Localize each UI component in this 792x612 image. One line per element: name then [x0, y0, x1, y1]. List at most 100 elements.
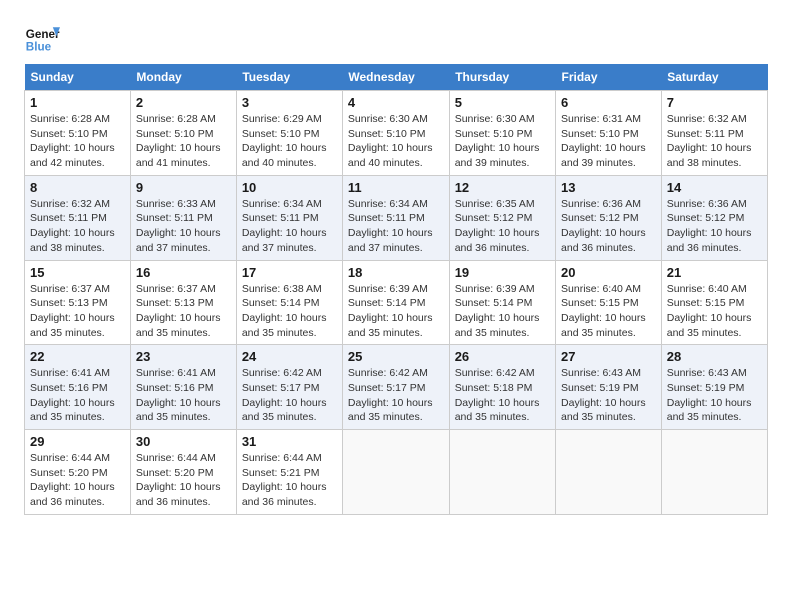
day-number: 6 [561, 95, 656, 110]
day-number: 28 [667, 349, 762, 364]
day-info: Sunrise: 6:34 AMSunset: 5:11 PMDaylight:… [242, 198, 327, 254]
calendar-cell: 13 Sunrise: 6:36 AMSunset: 5:12 PMDaylig… [556, 175, 662, 260]
calendar-day-header: Saturday [661, 64, 767, 91]
calendar-cell: 20 Sunrise: 6:40 AMSunset: 5:15 PMDaylig… [556, 260, 662, 345]
calendar-cell: 7 Sunrise: 6:32 AMSunset: 5:11 PMDayligh… [661, 91, 767, 176]
calendar-cell: 23 Sunrise: 6:41 AMSunset: 5:16 PMDaylig… [130, 345, 236, 430]
day-number: 1 [30, 95, 125, 110]
svg-text:Blue: Blue [26, 41, 52, 54]
header: General Blue [24, 20, 768, 56]
day-number: 19 [455, 265, 550, 280]
calendar-week-row: 15 Sunrise: 6:37 AMSunset: 5:13 PMDaylig… [25, 260, 768, 345]
calendar-cell: 1 Sunrise: 6:28 AMSunset: 5:10 PMDayligh… [25, 91, 131, 176]
calendar-cell: 24 Sunrise: 6:42 AMSunset: 5:17 PMDaylig… [236, 345, 342, 430]
calendar-week-row: 1 Sunrise: 6:28 AMSunset: 5:10 PMDayligh… [25, 91, 768, 176]
calendar-cell: 10 Sunrise: 6:34 AMSunset: 5:11 PMDaylig… [236, 175, 342, 260]
calendar-cell: 19 Sunrise: 6:39 AMSunset: 5:14 PMDaylig… [449, 260, 555, 345]
day-info: Sunrise: 6:37 AMSunset: 5:13 PMDaylight:… [30, 283, 115, 339]
day-info: Sunrise: 6:30 AMSunset: 5:10 PMDaylight:… [348, 113, 433, 169]
calendar-cell [342, 430, 449, 515]
day-info: Sunrise: 6:36 AMSunset: 5:12 PMDaylight:… [561, 198, 646, 254]
calendar-cell: 17 Sunrise: 6:38 AMSunset: 5:14 PMDaylig… [236, 260, 342, 345]
day-number: 11 [348, 180, 444, 195]
calendar-cell: 29 Sunrise: 6:44 AMSunset: 5:20 PMDaylig… [25, 430, 131, 515]
calendar-cell: 28 Sunrise: 6:43 AMSunset: 5:19 PMDaylig… [661, 345, 767, 430]
day-number: 26 [455, 349, 550, 364]
day-info: Sunrise: 6:41 AMSunset: 5:16 PMDaylight:… [136, 367, 221, 423]
calendar-cell: 31 Sunrise: 6:44 AMSunset: 5:21 PMDaylig… [236, 430, 342, 515]
calendar-cell [556, 430, 662, 515]
logo: General Blue [24, 20, 64, 56]
day-info: Sunrise: 6:42 AMSunset: 5:17 PMDaylight:… [348, 367, 433, 423]
calendar-day-header: Monday [130, 64, 236, 91]
calendar-cell: 14 Sunrise: 6:36 AMSunset: 5:12 PMDaylig… [661, 175, 767, 260]
calendar-week-row: 22 Sunrise: 6:41 AMSunset: 5:16 PMDaylig… [25, 345, 768, 430]
day-info: Sunrise: 6:33 AMSunset: 5:11 PMDaylight:… [136, 198, 221, 254]
day-number: 18 [348, 265, 444, 280]
day-number: 2 [136, 95, 231, 110]
day-number: 10 [242, 180, 337, 195]
day-number: 29 [30, 434, 125, 449]
day-info: Sunrise: 6:30 AMSunset: 5:10 PMDaylight:… [455, 113, 540, 169]
day-info: Sunrise: 6:43 AMSunset: 5:19 PMDaylight:… [667, 367, 752, 423]
calendar-cell: 15 Sunrise: 6:37 AMSunset: 5:13 PMDaylig… [25, 260, 131, 345]
calendar-table: SundayMondayTuesdayWednesdayThursdayFrid… [24, 64, 768, 515]
calendar-day-header: Wednesday [342, 64, 449, 91]
day-number: 16 [136, 265, 231, 280]
day-info: Sunrise: 6:32 AMSunset: 5:11 PMDaylight:… [667, 113, 752, 169]
day-number: 15 [30, 265, 125, 280]
day-number: 3 [242, 95, 337, 110]
calendar-cell: 16 Sunrise: 6:37 AMSunset: 5:13 PMDaylig… [130, 260, 236, 345]
day-number: 13 [561, 180, 656, 195]
day-number: 21 [667, 265, 762, 280]
calendar-day-header: Thursday [449, 64, 555, 91]
day-info: Sunrise: 6:28 AMSunset: 5:10 PMDaylight:… [30, 113, 115, 169]
calendar-cell: 26 Sunrise: 6:42 AMSunset: 5:18 PMDaylig… [449, 345, 555, 430]
day-number: 27 [561, 349, 656, 364]
day-info: Sunrise: 6:32 AMSunset: 5:11 PMDaylight:… [30, 198, 115, 254]
calendar-cell: 27 Sunrise: 6:43 AMSunset: 5:19 PMDaylig… [556, 345, 662, 430]
calendar-week-row: 29 Sunrise: 6:44 AMSunset: 5:20 PMDaylig… [25, 430, 768, 515]
calendar-cell: 3 Sunrise: 6:29 AMSunset: 5:10 PMDayligh… [236, 91, 342, 176]
day-info: Sunrise: 6:29 AMSunset: 5:10 PMDaylight:… [242, 113, 327, 169]
calendar-cell: 22 Sunrise: 6:41 AMSunset: 5:16 PMDaylig… [25, 345, 131, 430]
day-info: Sunrise: 6:40 AMSunset: 5:15 PMDaylight:… [561, 283, 646, 339]
day-info: Sunrise: 6:40 AMSunset: 5:15 PMDaylight:… [667, 283, 752, 339]
day-number: 14 [667, 180, 762, 195]
calendar-week-row: 8 Sunrise: 6:32 AMSunset: 5:11 PMDayligh… [25, 175, 768, 260]
calendar-cell: 4 Sunrise: 6:30 AMSunset: 5:10 PMDayligh… [342, 91, 449, 176]
day-number: 9 [136, 180, 231, 195]
day-number: 22 [30, 349, 125, 364]
day-info: Sunrise: 6:37 AMSunset: 5:13 PMDaylight:… [136, 283, 221, 339]
day-number: 23 [136, 349, 231, 364]
calendar-cell [661, 430, 767, 515]
day-info: Sunrise: 6:35 AMSunset: 5:12 PMDaylight:… [455, 198, 540, 254]
logo-icon: General Blue [24, 20, 60, 56]
calendar-cell: 5 Sunrise: 6:30 AMSunset: 5:10 PMDayligh… [449, 91, 555, 176]
calendar-cell: 21 Sunrise: 6:40 AMSunset: 5:15 PMDaylig… [661, 260, 767, 345]
calendar-cell [449, 430, 555, 515]
calendar-header-row: SundayMondayTuesdayWednesdayThursdayFrid… [25, 64, 768, 91]
day-info: Sunrise: 6:36 AMSunset: 5:12 PMDaylight:… [667, 198, 752, 254]
day-info: Sunrise: 6:44 AMSunset: 5:20 PMDaylight:… [136, 452, 221, 508]
calendar-day-header: Friday [556, 64, 662, 91]
calendar-cell: 18 Sunrise: 6:39 AMSunset: 5:14 PMDaylig… [342, 260, 449, 345]
day-number: 4 [348, 95, 444, 110]
day-number: 8 [30, 180, 125, 195]
day-number: 12 [455, 180, 550, 195]
calendar-day-header: Tuesday [236, 64, 342, 91]
page-container: General Blue SundayMondayTuesdayWednesda… [24, 20, 768, 515]
calendar-cell: 12 Sunrise: 6:35 AMSunset: 5:12 PMDaylig… [449, 175, 555, 260]
day-number: 25 [348, 349, 444, 364]
calendar-cell: 30 Sunrise: 6:44 AMSunset: 5:20 PMDaylig… [130, 430, 236, 515]
day-info: Sunrise: 6:38 AMSunset: 5:14 PMDaylight:… [242, 283, 327, 339]
day-info: Sunrise: 6:34 AMSunset: 5:11 PMDaylight:… [348, 198, 433, 254]
calendar-cell: 25 Sunrise: 6:42 AMSunset: 5:17 PMDaylig… [342, 345, 449, 430]
day-info: Sunrise: 6:42 AMSunset: 5:17 PMDaylight:… [242, 367, 327, 423]
day-info: Sunrise: 6:44 AMSunset: 5:21 PMDaylight:… [242, 452, 327, 508]
day-number: 30 [136, 434, 231, 449]
day-info: Sunrise: 6:31 AMSunset: 5:10 PMDaylight:… [561, 113, 646, 169]
day-info: Sunrise: 6:28 AMSunset: 5:10 PMDaylight:… [136, 113, 221, 169]
day-number: 7 [667, 95, 762, 110]
calendar-cell: 8 Sunrise: 6:32 AMSunset: 5:11 PMDayligh… [25, 175, 131, 260]
